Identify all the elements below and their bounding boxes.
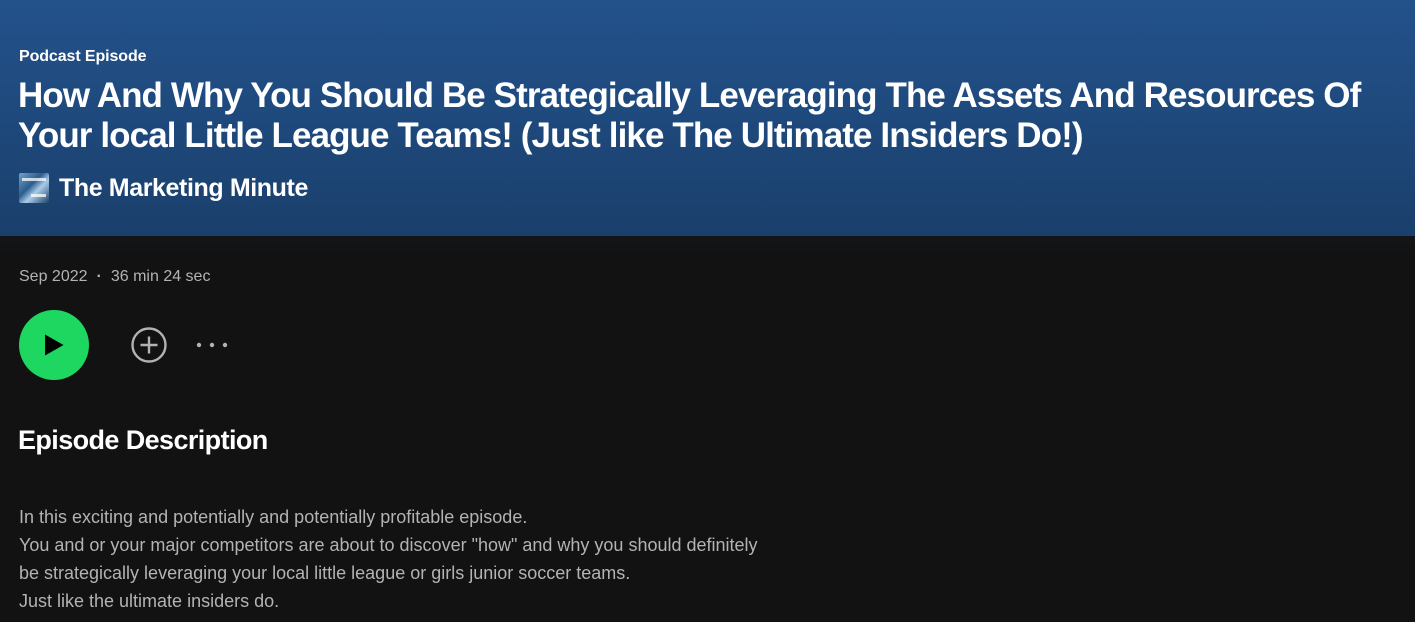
episode-description-heading: Episode Description — [18, 425, 268, 455]
action-bar — [19, 310, 232, 380]
more-options-button[interactable] — [192, 325, 232, 365]
episode-title: How And Why You Should Be Strategically … — [18, 76, 1361, 155]
show-link[interactable]: The Marketing Minute — [19, 172, 308, 204]
episode-duration: 36 min 24 sec — [110, 268, 211, 285]
play-icon — [45, 334, 64, 356]
episode-page: Podcast Episode How And Why You Should B… — [0, 0, 1415, 622]
add-to-library-button[interactable] — [129, 325, 169, 365]
episode-header: Podcast Episode How And Why You Should B… — [0, 0, 1415, 236]
description-line: You and or your major competitors are ab… — [19, 535, 758, 555]
plus-circle-icon — [131, 327, 167, 363]
description-line: Just like the ultimate insiders do. — [19, 591, 280, 611]
show-name[interactable]: The Marketing Minute — [59, 174, 308, 203]
description-line: In this exciting and potentially and pot… — [19, 507, 528, 527]
episode-date: Sep 2022 — [19, 268, 88, 285]
play-button[interactable] — [19, 310, 89, 380]
episode-meta: Sep 2022 · 36 min 24 sec — [19, 268, 210, 286]
episode-type-label: Podcast Episode — [19, 48, 147, 65]
more-horizontal-icon — [196, 342, 228, 348]
episode-description: In this exciting and potentially and pot… — [19, 503, 899, 615]
show-cover-image — [19, 173, 49, 203]
description-line: be strategically leveraging your local l… — [19, 563, 631, 583]
meta-separator: · — [96, 268, 102, 285]
